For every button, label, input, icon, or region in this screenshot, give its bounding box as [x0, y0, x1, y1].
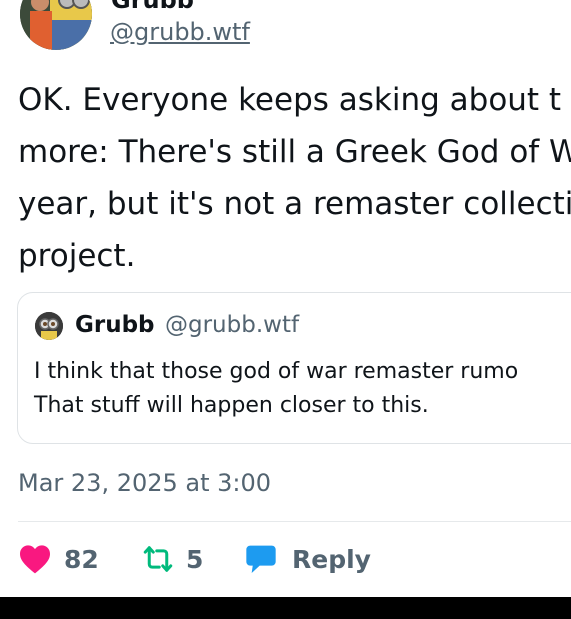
tweet-line: more: There's still a Greek God of W [18, 134, 571, 170]
heart-icon [20, 545, 50, 574]
bottom-black-bar [0, 597, 571, 619]
quote-line: That stuff will happen closer to this. [34, 393, 429, 418]
tweet-line: year, but it's not a remaster collecti [18, 186, 571, 222]
retweet-icon [143, 546, 173, 572]
quoted-tweet-card[interactable]: Grubb @grubb.wtf I think that those god … [17, 292, 571, 444]
tweet-line: OK. Everyone keeps asking about t [18, 82, 562, 118]
reply-label: Reply [292, 544, 371, 574]
like-count: 82 [64, 544, 99, 574]
tweet-timestamp[interactable]: Mar 23, 2025 at 3:00 [18, 469, 271, 497]
quote-author-name: Grubb [75, 312, 155, 338]
like-button[interactable]: 82 [18, 537, 99, 581]
avatar-image [20, 0, 92, 50]
tweet-text: OK. Everyone keeps asking about t more: … [18, 74, 571, 282]
tweet-line: project. [18, 238, 136, 274]
quote-author-handle: @grubb.wtf [165, 312, 300, 338]
quote-avatar-image [35, 312, 63, 340]
retweet-button[interactable]: 5 [142, 537, 203, 581]
author-handle[interactable]: @grubb.wtf [110, 18, 250, 46]
retweet-count: 5 [186, 544, 204, 574]
author-name[interactable]: Grubb [111, 0, 194, 14]
author-avatar[interactable] [20, 0, 92, 50]
quote-line: I think that those god of war remaster r… [34, 359, 519, 384]
divider [18, 521, 571, 522]
reply-bubble-icon [246, 545, 276, 573]
quote-avatar [35, 312, 63, 340]
quote-text: I think that those god of war remaster r… [34, 355, 518, 423]
reply-button[interactable]: Reply [244, 537, 371, 581]
